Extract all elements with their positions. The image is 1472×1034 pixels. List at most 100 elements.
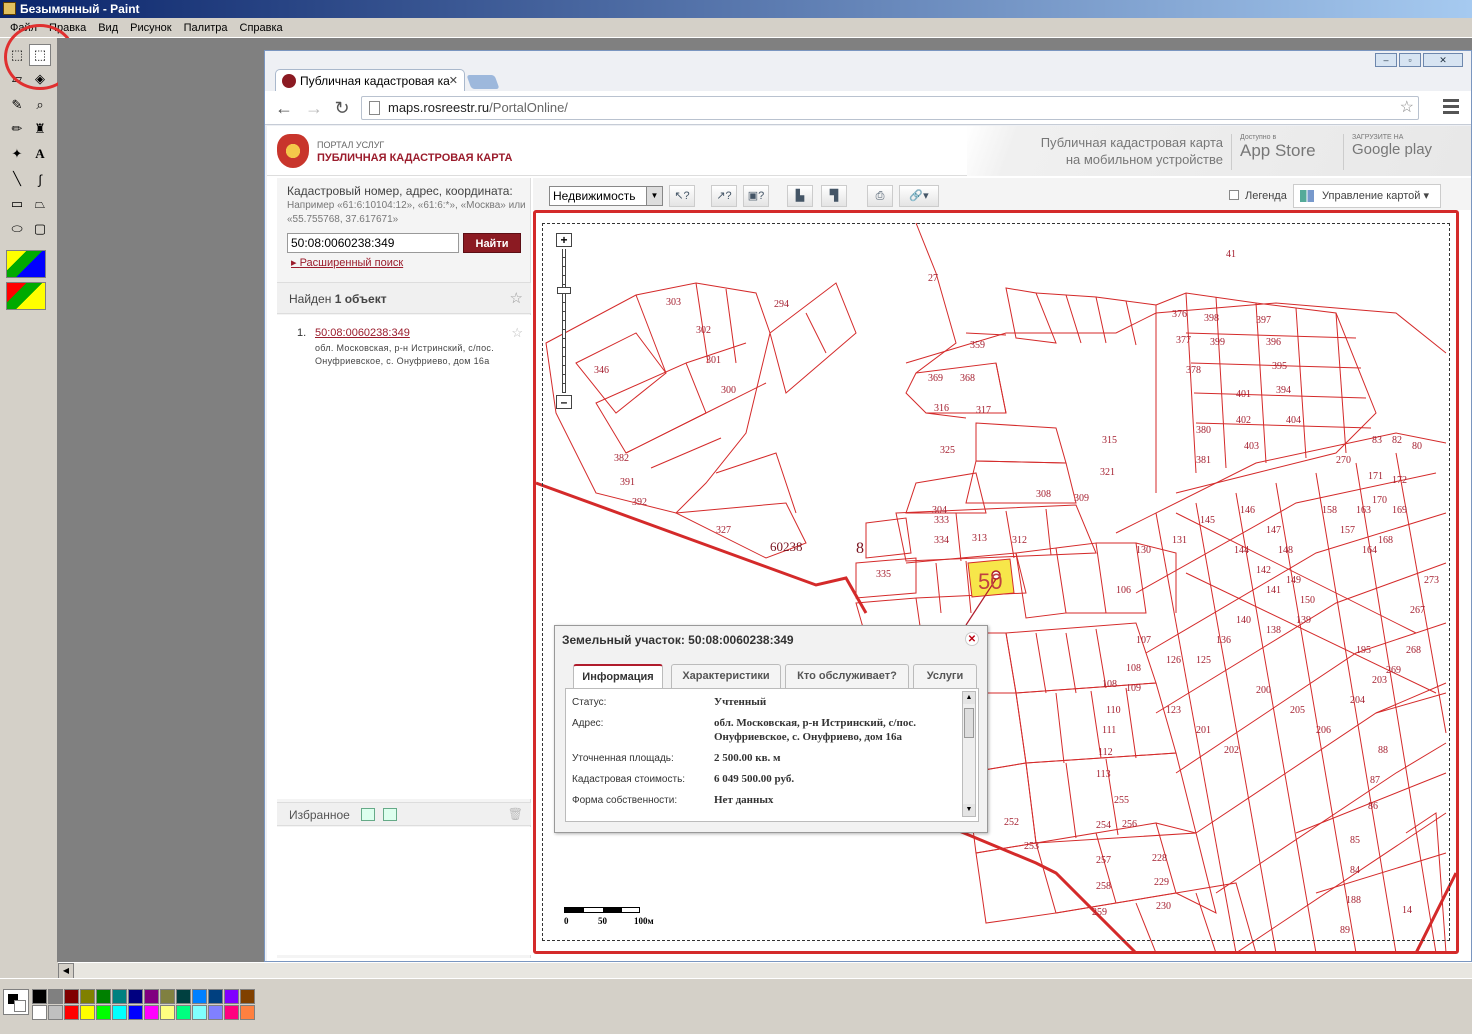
menu-help[interactable]: Справка <box>234 22 289 34</box>
menu-image[interactable]: Рисунок <box>124 22 178 34</box>
trash-icon[interactable]: 🗑 <box>508 807 523 821</box>
browser-tab[interactable]: Публичная кадастровая ка ✕ <box>275 69 465 91</box>
area-info-tool-icon[interactable]: ▣? <box>743 185 769 207</box>
brush-icon[interactable]: ♜ <box>29 118 51 140</box>
link-icon[interactable]: 🔗▾ <box>899 185 939 207</box>
transparency-option-opaque[interactable] <box>6 250 46 278</box>
advanced-search-link[interactable]: ▸ Расширенный поиск <box>291 256 403 269</box>
palette-swatch[interactable] <box>144 989 159 1004</box>
measure-area-icon[interactable]: ▜ <box>821 185 847 207</box>
export-favorites-icon[interactable] <box>361 808 375 821</box>
svg-text:206: 206 <box>1316 725 1331 736</box>
maximize-icon[interactable]: ▫ <box>1399 53 1421 67</box>
zoom-out-icon[interactable]: – <box>556 395 572 409</box>
palette-swatch[interactable] <box>48 989 63 1004</box>
palette-swatch[interactable] <box>48 1005 63 1020</box>
menu-view[interactable]: Вид <box>92 22 124 34</box>
find-button[interactable]: Найти <box>463 233 521 253</box>
print-icon[interactable]: ⎙ <box>867 185 893 207</box>
scroll-thumb[interactable] <box>964 708 974 738</box>
back-arrow-icon[interactable]: ← <box>273 97 295 119</box>
palette-swatch[interactable] <box>224 989 239 1004</box>
layer-select[interactable]: Недвижимость ▼ <box>549 186 663 206</box>
palette-swatch[interactable] <box>64 989 79 1004</box>
palette-swatch[interactable] <box>144 1005 159 1020</box>
zoom-in-icon[interactable]: + <box>556 233 572 247</box>
palette-swatch[interactable] <box>160 1005 175 1020</box>
measure-distance-icon[interactable]: ▙ <box>787 185 813 207</box>
palette-swatch[interactable] <box>80 989 95 1004</box>
zoom-slider-thumb[interactable] <box>557 287 571 294</box>
palette-swatch[interactable] <box>208 1005 223 1020</box>
browser-menu-icon[interactable] <box>1443 99 1459 115</box>
popup-close-icon[interactable]: ✕ <box>965 632 979 646</box>
close-window-icon[interactable]: ✕ <box>1423 53 1463 67</box>
menu-palette[interactable]: Палитра <box>178 22 234 34</box>
line-icon[interactable]: ╲ <box>6 168 28 190</box>
palette-swatch[interactable] <box>64 1005 79 1020</box>
tab-information[interactable]: Информация <box>573 664 663 688</box>
search-input[interactable] <box>287 233 459 253</box>
cadastral-map[interactable]: 27 41 303 302 301 300 294 346 382 391 392 327 31… <box>533 210 1459 954</box>
palette-swatch[interactable] <box>128 989 143 1004</box>
palette-swatch[interactable] <box>192 989 207 1004</box>
palette-swatch[interactable] <box>240 989 255 1004</box>
horizontal-scrollbar[interactable]: ◀ <box>58 962 1472 979</box>
palette-swatch[interactable] <box>128 1005 143 1020</box>
google-play-badge[interactable]: ЗАГРУЗИТЕ НА Google play <box>1343 134 1432 170</box>
palette-swatch[interactable] <box>176 1005 191 1020</box>
import-favorites-icon[interactable] <box>383 808 397 821</box>
magnifier-icon[interactable]: ⌕ <box>29 94 51 116</box>
scroll-down-icon[interactable]: ▼ <box>963 804 975 816</box>
palette-swatch[interactable] <box>96 1005 111 1020</box>
palette-swatch[interactable] <box>176 989 191 1004</box>
svg-text:268: 268 <box>1406 645 1421 656</box>
tab-services[interactable]: Услуги <box>913 664 977 688</box>
pencil-icon[interactable]: ✏ <box>6 118 28 140</box>
palette-swatch[interactable] <box>240 1005 255 1020</box>
forward-arrow-icon[interactable]: → <box>303 97 325 119</box>
app-store-badge[interactable]: Доступно в App Store <box>1231 134 1316 170</box>
palette-swatch[interactable] <box>96 989 111 1004</box>
ownership-value: Нет данных <box>714 794 774 806</box>
measure-info-tool-icon[interactable]: ↗? <box>711 185 737 207</box>
palette-swatch[interactable] <box>32 989 47 1004</box>
result-favorite-icon[interactable]: ☆ <box>511 325 523 341</box>
new-tab-button[interactable] <box>466 75 500 89</box>
ellipse-icon[interactable]: ⬭ <box>6 218 28 240</box>
palette-swatch[interactable] <box>192 1005 207 1020</box>
zoom-slider-track[interactable] <box>562 249 566 393</box>
palette-swatch[interactable] <box>224 1005 239 1020</box>
palette-swatch[interactable] <box>160 989 175 1004</box>
minimize-icon[interactable]: – <box>1375 53 1397 67</box>
result-link[interactable]: 50:08:0060238:349 <box>315 327 410 339</box>
palette-swatch[interactable] <box>112 1005 127 1020</box>
tab-characteristics[interactable]: Характеристики <box>671 664 781 688</box>
tab-who-serves[interactable]: Кто обслуживает? <box>785 664 909 688</box>
legend-checkbox[interactable] <box>1229 190 1239 200</box>
address-bar[interactable]: maps.rosreestr.ru/PortalOnline/ ☆ <box>361 96 1419 120</box>
color-picker-icon[interactable]: ✎ <box>6 94 28 116</box>
close-tab-icon[interactable]: ✕ <box>449 70 458 91</box>
rounded-rect-icon[interactable]: ▢ <box>29 218 51 240</box>
portal-title[interactable]: ПУБЛИЧНАЯ КАДАСТРОВАЯ КАРТА <box>317 152 512 164</box>
text-icon[interactable]: A <box>29 143 51 165</box>
palette-swatch[interactable] <box>112 989 127 1004</box>
scroll-left-icon[interactable]: ◀ <box>58 963 74 979</box>
polygon-icon[interactable]: ⏢ <box>29 193 51 215</box>
popup-scrollbar[interactable]: ▲ ▼ <box>962 691 976 817</box>
favorite-all-icon[interactable]: ☆ <box>510 289 523 307</box>
palette-swatch[interactable] <box>208 989 223 1004</box>
map-management-dropdown[interactable]: Управление картой ▾ <box>1293 184 1441 208</box>
airbrush-icon[interactable]: ✦ <box>6 143 28 165</box>
reload-icon[interactable]: ↻ <box>331 97 353 119</box>
palette-swatch[interactable] <box>80 1005 95 1020</box>
scroll-up-icon[interactable]: ▲ <box>963 692 975 704</box>
palette-swatch[interactable] <box>32 1005 47 1020</box>
curve-icon[interactable]: ∫ <box>29 168 51 190</box>
current-colors[interactable] <box>3 989 29 1015</box>
rectangle-icon[interactable]: ▭ <box>6 193 28 215</box>
transparency-option-transparent[interactable] <box>6 282 46 310</box>
bookmark-star-icon[interactable]: ☆ <box>1400 97 1414 119</box>
select-info-tool-icon[interactable]: ↖? <box>669 185 695 207</box>
